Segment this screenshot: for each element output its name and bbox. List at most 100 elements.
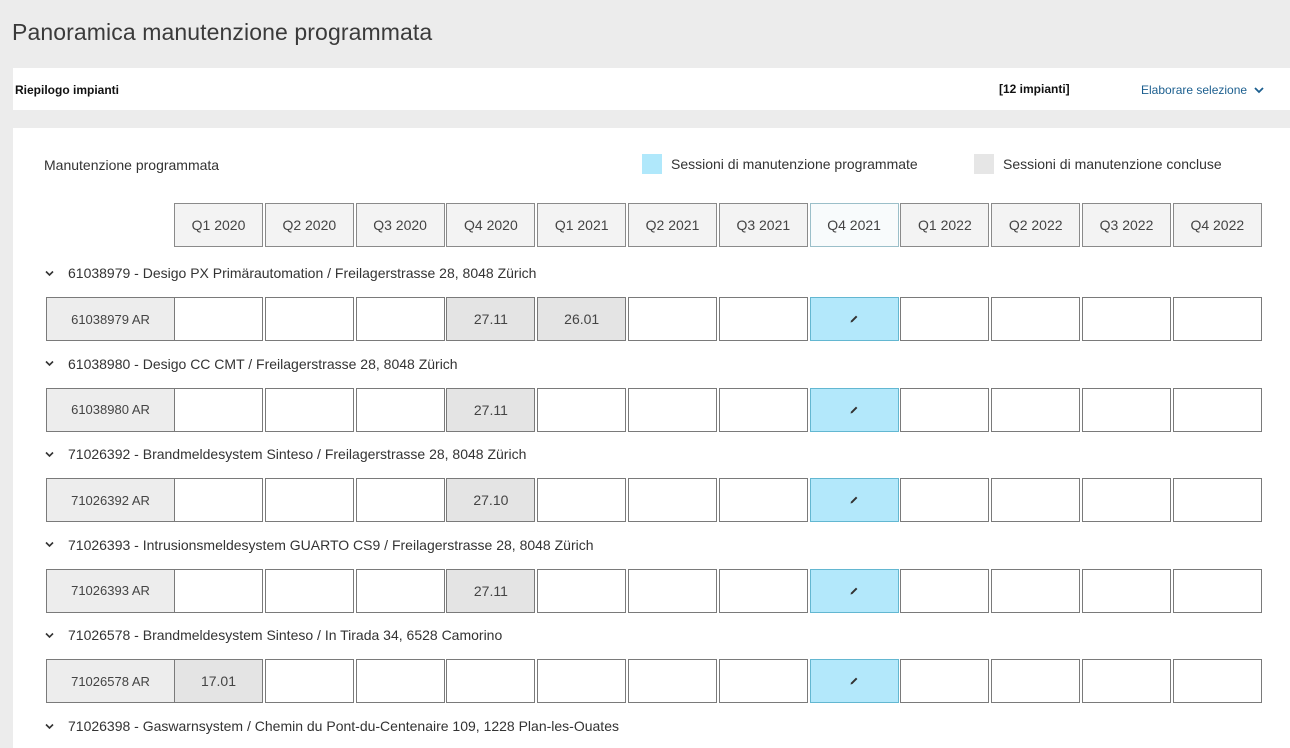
empty-session-cell: [355, 478, 445, 523]
empty-session-cell: [446, 659, 536, 704]
row-label: 71026578 AR: [46, 659, 175, 704]
empty-session-cell: [718, 659, 808, 704]
legend-done: Sessioni di manutenzione concluse: [974, 154, 1222, 174]
empty-session-cell: [537, 659, 627, 704]
chevron-down-icon: [45, 542, 54, 548]
maintenance-panel: Manutenzione programmata Sessioni di man…: [13, 128, 1290, 748]
group-header-label: 71026392 - Brandmeldesystem Sinteso / Fr…: [68, 446, 527, 463]
chevron-down-icon: [45, 632, 54, 639]
completed-session-cell[interactable]: 27.10: [446, 478, 536, 523]
planned-session-cell[interactable]: [809, 568, 899, 613]
empty-session-cell: [900, 568, 990, 613]
empty-session-cell: [264, 659, 354, 704]
empty-session-cell: [900, 387, 990, 432]
group-header[interactable]: 71026392 - Brandmeldesystem Sinteso / Fr…: [44, 446, 526, 462]
legend-planned: Sessioni di manutenzione programmate: [642, 154, 918, 174]
quarter-header: Q3 2022: [1082, 203, 1171, 247]
chevron-down-icon: [45, 361, 54, 367]
empty-session-cell: [264, 297, 354, 341]
empty-session-cell: [718, 478, 808, 523]
group-header[interactable]: 71026398 - Gaswarnsystem / Chemin du Pon…: [44, 718, 619, 734]
empty-session-cell: [1082, 297, 1171, 341]
completed-session-cell[interactable]: 27.11: [446, 297, 536, 341]
quarter-header: Q3 2020: [355, 203, 445, 247]
group-header-label: 71026393 - Intrusionsmeldesystem GUARTO …: [68, 536, 594, 553]
empty-session-cell: [718, 297, 808, 341]
empty-session-cell: [628, 387, 717, 432]
quarter-header: Q4 2020: [446, 203, 536, 247]
row-label: 71026392 AR: [46, 478, 175, 523]
planned-session-cell[interactable]: [809, 387, 899, 432]
group-header[interactable]: 71026578 - Brandmeldesystem Sinteso / In…: [44, 627, 502, 643]
session-date: 27.11: [473, 582, 508, 599]
empty-session-cell: [537, 387, 627, 432]
empty-session-cell: [900, 478, 990, 523]
quarter-header: Q2 2022: [991, 203, 1081, 247]
empty-session-cell: [718, 387, 808, 432]
session-date: 27.11: [473, 311, 508, 327]
quarter-header: Q3 2021: [718, 203, 808, 247]
group-header-label: 71026578 - Brandmeldesystem Sinteso / In…: [68, 627, 503, 644]
section-title: Manutenzione programmata: [44, 157, 220, 173]
empty-session-cell: [991, 387, 1081, 432]
empty-session-cell: [991, 568, 1081, 613]
chevron-down-icon: [1254, 87, 1264, 94]
session-date: 17.01: [200, 673, 237, 690]
quarter-header: Q1 2022: [900, 203, 990, 247]
empty-session-cell: [718, 568, 808, 613]
empty-session-cell: [1172, 297, 1262, 341]
group-header-label: 61038980 - Desigo CC CMT / Freilagerstra…: [68, 355, 458, 372]
pencil-icon: [850, 496, 858, 504]
empty-session-cell: [628, 659, 717, 704]
empty-session-cell: [1082, 659, 1171, 704]
completed-session-cell[interactable]: 17.01: [174, 659, 263, 704]
empty-session-cell: [900, 297, 990, 341]
session-date: 27.10: [473, 492, 509, 509]
legend-planned-swatch: [642, 154, 662, 174]
empty-session-cell: [1082, 568, 1171, 613]
empty-session-cell: [355, 568, 445, 613]
completed-session-cell[interactable]: 27.11: [446, 568, 536, 613]
quarter-header: Q2 2021: [628, 203, 717, 247]
planned-session-cell[interactable]: [809, 659, 899, 704]
session-date: 26.01: [564, 311, 600, 327]
row-label: 61038980 AR: [46, 387, 175, 432]
edit-selection-label: Elaborare selezione: [1141, 83, 1248, 97]
empty-session-cell: [628, 478, 717, 523]
row-label: 61038979 AR: [46, 297, 175, 341]
empty-session-cell: [991, 297, 1081, 341]
empty-session-cell: [355, 297, 445, 341]
empty-session-cell: [174, 478, 263, 523]
empty-session-cell: [1172, 478, 1262, 523]
empty-session-cell: [1172, 659, 1262, 704]
empty-session-cell: [537, 478, 627, 523]
planned-session-cell[interactable]: [809, 478, 899, 523]
group-header[interactable]: 71026393 - Intrusionsmeldesystem GUARTO …: [44, 537, 594, 553]
pencil-icon: [850, 677, 858, 685]
edit-selection-dropdown[interactable]: Elaborare selezione: [1141, 83, 1265, 97]
group-header-label: 71026398 - Gaswarnsystem / Chemin du Pon…: [68, 718, 619, 734]
summary-title: Riepilogo impianti: [15, 83, 119, 97]
empty-session-cell: [264, 568, 354, 613]
quarter-header: Q4 2021: [809, 203, 899, 247]
empty-session-cell: [991, 478, 1081, 523]
pencil-icon: [850, 587, 858, 595]
empty-session-cell: [628, 297, 717, 341]
group-header[interactable]: 61038980 - Desigo CC CMT / Freilagerstra…: [44, 356, 458, 372]
empty-session-cell: [355, 659, 445, 704]
pencil-icon: [850, 315, 858, 323]
quarter-header: Q1 2021: [537, 203, 627, 247]
group-header-label: 61038979 - Desigo PX Primärautomation / …: [68, 265, 537, 281]
completed-session-cell[interactable]: 26.01: [537, 297, 627, 341]
empty-session-cell: [1082, 387, 1171, 432]
completed-session-cell[interactable]: 27.11: [446, 387, 536, 432]
quarter-header: Q1 2020: [174, 203, 263, 247]
quarter-header: Q2 2020: [264, 203, 354, 247]
planned-session-cell[interactable]: [809, 297, 899, 341]
group-header[interactable]: 61038979 - Desigo PX Primärautomation / …: [44, 265, 536, 281]
empty-session-cell: [991, 659, 1081, 704]
session-date: 27.11: [473, 401, 508, 418]
plant-count: [12 impianti]: [999, 82, 1070, 96]
empty-session-cell: [264, 387, 354, 432]
quarter-header: Q4 2022: [1172, 203, 1262, 247]
